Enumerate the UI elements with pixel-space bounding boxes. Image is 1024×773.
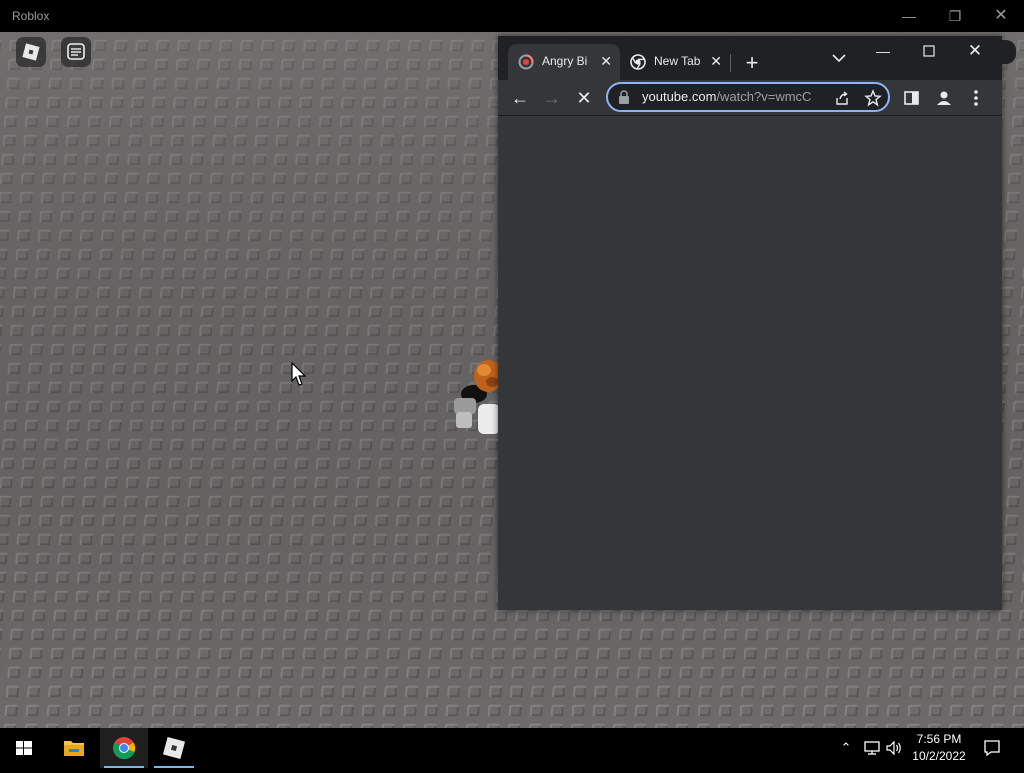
roblox-chat-button[interactable] [61, 37, 91, 67]
tab-new-tab[interactable]: New Tab ✕ [620, 44, 730, 80]
roblox-restore-button[interactable]: ❐ [932, 0, 978, 32]
windows-logo-icon [16, 741, 32, 755]
chrome-taskbar-button[interactable] [100, 728, 148, 768]
volume-icon[interactable] [884, 738, 904, 758]
clock-date: 10/2/2022 [912, 749, 966, 763]
tab-close-icon[interactable]: ✕ [600, 53, 612, 69]
stop-loading-button[interactable]: ✕ [570, 84, 598, 112]
clock-time: 7:56 PM [916, 732, 962, 746]
profile-button[interactable] [930, 84, 958, 112]
chrome-icon [630, 54, 646, 70]
roblox-minimize-button[interactable]: — [886, 0, 932, 32]
roblox-close-button[interactable]: ✕ [978, 0, 1024, 32]
bookmark-star-icon[interactable] [864, 89, 882, 107]
chrome-logo-icon [113, 737, 136, 760]
roblox-taskbar-button[interactable] [150, 728, 198, 768]
tab-title: New Tab [654, 54, 701, 68]
start-button[interactable] [0, 728, 48, 768]
side-panel-icon [904, 91, 919, 105]
new-tab-button[interactable]: + [738, 50, 766, 78]
back-button[interactable]: ← [506, 84, 534, 112]
action-center-button[interactable] [982, 738, 1002, 758]
tab-separator [730, 54, 731, 72]
address-bar[interactable]: youtube.com/watch?v=wmcC [606, 82, 890, 112]
lock-icon[interactable] [618, 90, 630, 104]
player-avatar [454, 360, 502, 434]
tab-close-icon[interactable]: ✕ [710, 53, 722, 69]
speaker-icon [886, 740, 901, 756]
roblox-app-icon [162, 736, 186, 760]
url-path: /watch?v=wmcC [716, 89, 812, 104]
url-host: youtube.com [642, 89, 717, 104]
profile-icon [937, 91, 951, 105]
file-explorer-taskbar-button[interactable] [50, 728, 98, 768]
chrome-close-button[interactable]: ✕ [952, 36, 998, 66]
side-panel-button[interactable] [898, 84, 926, 112]
mouse-cursor-icon [291, 362, 307, 386]
chrome-minimize-button[interactable]: — [860, 36, 906, 66]
system-clock[interactable]: 7:56 PM 10/2/2022 [908, 731, 970, 765]
share-icon[interactable] [834, 90, 850, 106]
chrome-tabstrip: Angry Bi ✕ New Tab ✕ + — ✕ [498, 36, 1002, 80]
taskbar: ⌃ 7:56 PM 10/2/2022 [0, 728, 1024, 768]
url-text[interactable]: youtube.com/watch?v=wmcC [642, 89, 828, 104]
network-wired-icon [864, 741, 880, 755]
youtube-loading-icon [518, 54, 534, 70]
maximize-icon [923, 45, 935, 57]
roblox-logo-icon [22, 43, 40, 61]
forward-button[interactable]: → [538, 84, 566, 112]
roblox-window-title: Roblox [12, 9, 50, 23]
network-icon[interactable] [862, 738, 882, 758]
chat-icon [67, 43, 85, 60]
notification-icon [984, 740, 1000, 757]
chrome-menu-button[interactable] [962, 84, 990, 112]
tab-title: Angry Bi [542, 54, 588, 68]
roblox-titlebar: Roblox — ❐ ✕ [0, 0, 1024, 32]
folder-icon [64, 741, 84, 756]
page-content-loading[interactable] [498, 117, 1002, 610]
kebab-menu-icon [974, 90, 978, 106]
tab-search-chevron-icon[interactable] [825, 44, 853, 72]
chrome-maximize-button[interactable] [906, 36, 952, 66]
roblox-menu-button[interactable] [16, 37, 46, 67]
tab-angry-birds[interactable]: Angry Bi ✕ [508, 44, 620, 80]
chrome-window: Angry Bi ✕ New Tab ✕ + — ✕ ← → ✕ youtube… [498, 36, 1002, 610]
tray-overflow-chevron-icon[interactable]: ⌃ [836, 738, 856, 758]
